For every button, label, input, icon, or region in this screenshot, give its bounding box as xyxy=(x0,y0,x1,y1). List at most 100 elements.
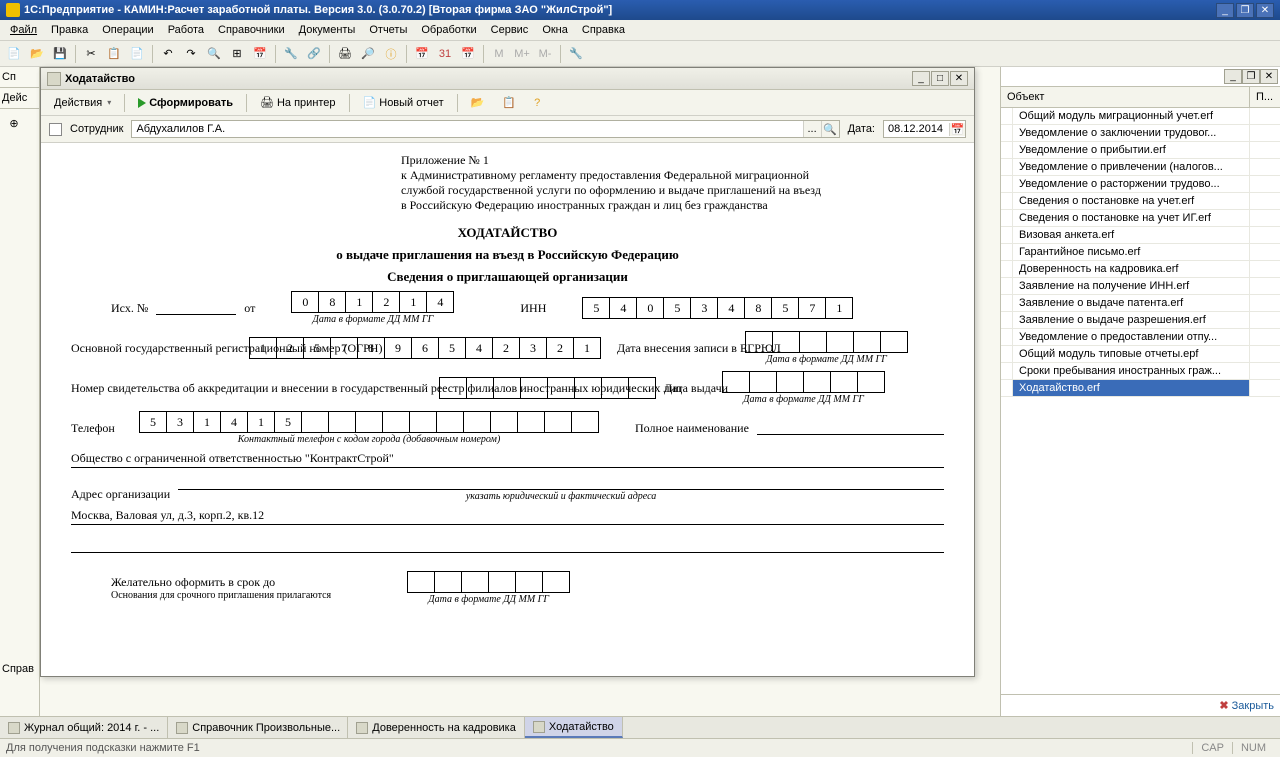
cal1-icon[interactable]: 📅 xyxy=(412,44,432,64)
calc-icon[interactable]: ⊞ xyxy=(227,44,247,64)
list-item[interactable]: Ходатайство.erf xyxy=(1001,380,1280,397)
tool2-icon[interactable]: 📋 xyxy=(495,93,523,112)
rp-max-button[interactable]: ❐ xyxy=(1242,69,1260,84)
cell xyxy=(853,331,881,353)
cell xyxy=(439,377,467,399)
employee-input[interactable] xyxy=(132,121,802,137)
m-minus-button[interactable]: M- xyxy=(535,44,555,64)
menu-service[interactable]: Сервис xyxy=(485,22,535,38)
print-icon[interactable]: 🖨 xyxy=(335,44,355,64)
close-button[interactable]: ✕ xyxy=(1256,3,1274,18)
cell xyxy=(772,331,800,353)
list-item[interactable]: Доверенность на кадровика.erf xyxy=(1001,261,1280,278)
task-item[interactable]: Доверенность на кадровика xyxy=(348,717,525,738)
cell: 0 xyxy=(636,297,664,319)
list-item[interactable]: Визовая анкета.erf xyxy=(1001,227,1280,244)
menu-docs[interactable]: Документы xyxy=(293,22,362,38)
list-item[interactable]: Общий модуль миграционный учет.erf xyxy=(1001,108,1280,125)
cal-dual-icon[interactable]: 📅 xyxy=(458,44,478,64)
form-button[interactable]: Сформировать xyxy=(131,94,240,112)
cut-icon[interactable]: ✂ xyxy=(81,44,101,64)
print-button[interactable]: 🖨 На принтер xyxy=(253,93,343,112)
addr-value: Москва, Валовая ул, д.3, корп.2, кв.12 xyxy=(71,508,944,525)
undo-icon[interactable]: ↶ xyxy=(158,44,178,64)
date-icon[interactable]: 📅 xyxy=(250,44,270,64)
employee-select-button[interactable]: ... xyxy=(803,121,821,137)
actions-dropdown[interactable]: Действия xyxy=(47,94,118,112)
egrul-cells xyxy=(745,331,908,353)
new-report-button[interactable]: 📄 Новый отчет xyxy=(356,93,451,112)
left-panel: Сп Дейс ⊕ Справ xyxy=(0,67,40,716)
win-close-button[interactable]: ✕ xyxy=(950,71,968,86)
m-plus-button[interactable]: M+ xyxy=(512,44,532,64)
list-item[interactable]: Сведения о постановке на учет.erf xyxy=(1001,193,1280,210)
redo-icon[interactable]: ↷ xyxy=(181,44,201,64)
menu-refs[interactable]: Справочники xyxy=(212,22,291,38)
date-input[interactable] xyxy=(884,121,949,137)
right-panel-list[interactable]: Общий модуль миграционный учет.erfУведом… xyxy=(1001,108,1280,694)
menu-help[interactable]: Справка xyxy=(576,22,631,38)
window-titlebar: Ходатайство _ □ ✕ xyxy=(41,68,974,90)
paste-icon[interactable]: 📄 xyxy=(127,44,147,64)
list-item[interactable]: Уведомление о расторжении трудово... xyxy=(1001,176,1280,193)
task-item[interactable]: Журнал общий: 2014 г. - ... xyxy=(0,717,168,738)
document-area[interactable]: Приложение № 1 к Административному регла… xyxy=(41,143,974,676)
minimize-button[interactable]: _ xyxy=(1216,3,1234,18)
new-doc-icon[interactable]: 📄 xyxy=(4,44,24,64)
list-item[interactable]: Заявление на получение ИНН.erf xyxy=(1001,278,1280,295)
wrench-icon[interactable]: 🔧 xyxy=(566,44,586,64)
employee-label: Сотрудник xyxy=(70,123,123,135)
win-maximize-button[interactable]: □ xyxy=(931,71,949,86)
menu-work[interactable]: Работа xyxy=(162,22,210,38)
list-item[interactable]: Уведомление о привлечении (налогов... xyxy=(1001,159,1280,176)
cal31-icon[interactable]: 31 xyxy=(435,44,455,64)
list-item[interactable]: Гарантийное письмо.erf xyxy=(1001,244,1280,261)
close-link[interactable]: ✖ Закрыть xyxy=(1219,699,1274,712)
menu-windows[interactable]: Окна xyxy=(536,22,574,38)
expand-icon[interactable]: ⊕ xyxy=(4,113,24,133)
employee-input-wrap: ... 🔍 xyxy=(131,120,839,138)
menu-edit[interactable]: Правка xyxy=(45,22,94,38)
cell xyxy=(461,571,489,593)
tool-icon[interactable]: 🔧 xyxy=(281,44,301,64)
search-icon[interactable]: 🔍 xyxy=(204,44,224,64)
menu-reports[interactable]: Отчеты xyxy=(363,22,413,38)
employee-checkbox[interactable] xyxy=(49,123,62,136)
employee-open-button[interactable]: 🔍 xyxy=(821,121,839,137)
col-p[interactable]: П... xyxy=(1250,87,1280,107)
maximize-button[interactable]: ❐ xyxy=(1236,3,1254,18)
task-item[interactable]: Справочник Произвольные... xyxy=(168,717,348,738)
help2-icon[interactable]: ? xyxy=(527,94,547,112)
cell: 0 xyxy=(291,291,319,313)
menu-file[interactable]: Файл xyxy=(4,22,43,38)
save-icon[interactable]: 💾 xyxy=(50,44,70,64)
list-item[interactable]: Сроки пребывания иностранных граж... xyxy=(1001,363,1280,380)
preview-icon[interactable]: 🔎 xyxy=(358,44,378,64)
list-item[interactable]: Общий модуль типовые отчеты.epf xyxy=(1001,346,1280,363)
cell xyxy=(407,571,435,593)
phone-hint: Контактный телефон с кодом города (добав… xyxy=(139,434,599,445)
list-item[interactable]: Сведения о постановке на учет ИГ.erf xyxy=(1001,210,1280,227)
open-icon[interactable]: 📂 xyxy=(27,44,47,64)
menu-processing[interactable]: Обработки xyxy=(415,22,482,38)
list-item[interactable]: Уведомление о заключении трудовог... xyxy=(1001,125,1280,142)
m-button[interactable]: M xyxy=(489,44,509,64)
link-icon[interactable]: 🔗 xyxy=(304,44,324,64)
ogrn-label: Основной государственный регистрационный… xyxy=(71,341,241,356)
addr-hint: указать юридический и фактический адреса xyxy=(178,491,944,502)
copy-icon[interactable]: 📋 xyxy=(104,44,124,64)
task-item[interactable]: Ходатайство xyxy=(525,717,623,738)
help-icon[interactable]: ⓘ xyxy=(381,44,401,64)
win-minimize-button[interactable]: _ xyxy=(912,71,930,86)
list-item[interactable]: Заявление о выдаче разрешения.erf xyxy=(1001,312,1280,329)
col-object[interactable]: Объект xyxy=(1001,87,1250,107)
tool1-icon[interactable]: 📂 xyxy=(464,93,492,112)
date-picker-button[interactable]: 📅 xyxy=(949,123,965,136)
rp-min-button[interactable]: _ xyxy=(1224,69,1242,84)
list-item[interactable]: Уведомление о прибытии.erf xyxy=(1001,142,1280,159)
statusbar: Для получения подсказки нажмите F1 CAP N… xyxy=(0,738,1280,756)
list-item[interactable]: Уведомление о предоставлении отпу... xyxy=(1001,329,1280,346)
menu-operations[interactable]: Операции xyxy=(96,22,159,38)
list-item[interactable]: Заявление о выдаче патента.erf xyxy=(1001,295,1280,312)
rp-close-button[interactable]: ✕ xyxy=(1260,69,1278,84)
